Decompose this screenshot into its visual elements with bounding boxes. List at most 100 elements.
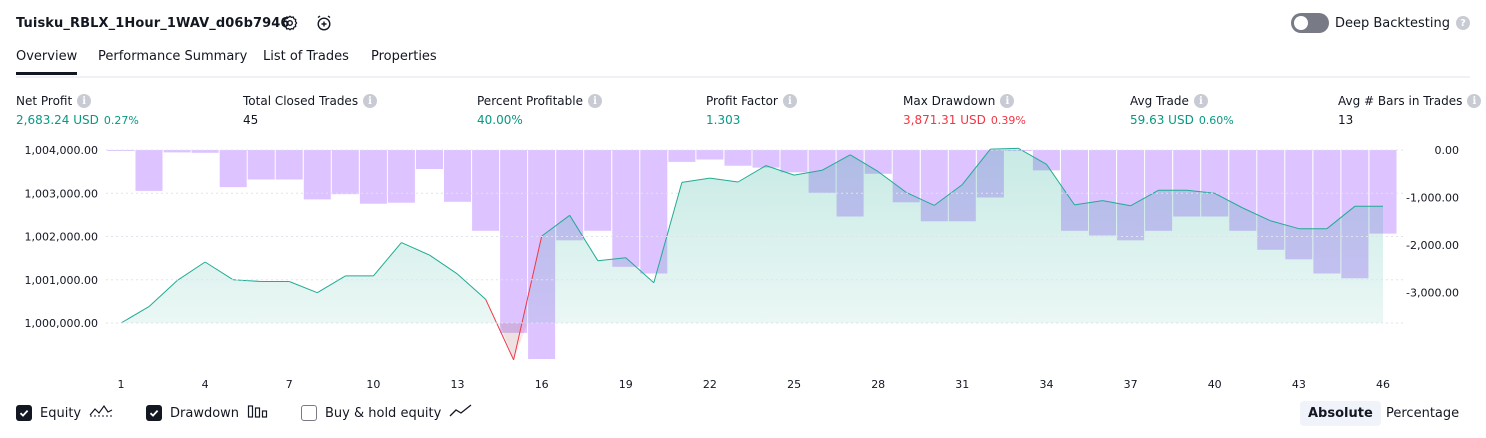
x-axis-tick-label: 31: [955, 378, 969, 391]
metric-value: 1.303: [706, 113, 741, 127]
metric-label: Net Profit: [16, 94, 73, 108]
info-icon[interactable]: i: [1000, 94, 1015, 108]
right-axis-tick-label: 0.00: [1435, 144, 1460, 157]
drawdown-bar: [416, 150, 443, 169]
metric-value: 40.00%: [477, 113, 523, 127]
x-axis-tick-label: 7: [286, 378, 293, 391]
absolute-mode-button[interactable]: Absolute: [1300, 401, 1381, 426]
drawdown-bars-icon: [247, 403, 269, 423]
buy-hold-line-icon: [449, 403, 473, 423]
x-axis-tick-label: 46: [1376, 378, 1390, 391]
metric-label: Percent Profitable: [477, 94, 583, 108]
right-axis-tick-label: -2,000.00: [1406, 239, 1459, 252]
drawdown-bar: [612, 150, 640, 267]
x-axis-tick-label: 1: [118, 378, 125, 391]
metric-net-profit: Net Profit i 2,683.24 USD 0.27%: [16, 93, 139, 127]
info-icon[interactable]: i: [363, 94, 378, 108]
tab-bar: Overview Performance Summary List of Tra…: [16, 46, 1470, 78]
metric-profit-factor: Profit Factor i 1.303: [706, 93, 797, 127]
tab-overview[interactable]: Overview: [16, 49, 78, 75]
metric-percent: 0.39%: [990, 114, 1026, 127]
drawdown-bar: [219, 150, 247, 188]
metric-value: 13: [1338, 113, 1354, 127]
drawdown-checkbox[interactable]: [146, 405, 162, 421]
metric-label: Total Closed Trades: [243, 94, 359, 108]
info-icon[interactable]: i: [1467, 94, 1482, 108]
deep-backtesting-label: Deep Backtesting: [1334, 15, 1450, 31]
metric-label: Profit Factor: [706, 94, 778, 108]
strategy-name: Tuisku_RBLX_1Hour_1WAV_d06b7946: [16, 16, 290, 31]
drawdown-bar: [752, 150, 780, 168]
drawdown-bar: [724, 150, 752, 166]
drawdown-bar: [696, 150, 724, 160]
question-icon[interactable]: ?: [1456, 16, 1470, 30]
drawdown-bar: [135, 150, 163, 191]
x-axis-tick-label: 4: [202, 378, 209, 391]
left-axis-tick-label: 1,004,000.00: [25, 144, 98, 157]
drawdown-bar: [444, 150, 471, 202]
equity-below-initial-area: [499, 323, 528, 360]
x-axis-tick-label: 40: [1208, 378, 1222, 391]
equity-drawdown-chart[interactable]: 1,004,000.00 1,003,000.00 1,002,000.00 1,00…: [0, 138, 1486, 393]
metric-max-drawdown: Max Drawdown i 3,871.31 USD 0.39%: [903, 93, 1026, 127]
legend-label: Equity: [40, 405, 82, 421]
drawdown-bar: [500, 150, 528, 333]
metric-avg-bars-in-trades: Avg # Bars in Trades i 13: [1338, 93, 1482, 127]
metric-value: 2,683.24 USD: [16, 113, 99, 127]
metric-value: 3,871.31 USD: [903, 113, 986, 127]
x-axis-tick-label: 34: [1040, 378, 1054, 391]
drawdown-bar: [359, 150, 387, 204]
drawdown-bar: [303, 150, 331, 200]
info-icon[interactable]: i: [782, 94, 797, 108]
metric-percent: 0.60%: [1198, 114, 1234, 127]
legend-label: Buy & hold equity: [325, 405, 442, 421]
metric-label: Avg Trade: [1130, 94, 1189, 108]
drawdown-bar: [247, 150, 275, 180]
info-icon[interactable]: i: [77, 94, 92, 108]
info-icon[interactable]: i: [587, 94, 602, 108]
gear-icon[interactable]: [280, 13, 300, 33]
deep-backtesting: Deep Backtesting ?: [1290, 13, 1470, 33]
equity-checkbox[interactable]: [16, 405, 32, 421]
x-axis-tick-label: 16: [535, 378, 549, 391]
tab-performance-summary[interactable]: Performance Summary: [98, 49, 247, 64]
x-axis-tick-label: 10: [366, 378, 380, 391]
legend-equity[interactable]: Equity: [16, 403, 113, 423]
toggle-knob: [1293, 16, 1308, 30]
percentage-mode-button[interactable]: Percentage: [1378, 401, 1467, 426]
tab-properties[interactable]: Properties: [371, 49, 437, 64]
equity-line-icon: [89, 403, 113, 423]
left-axis-tick-label: 1,002,000.00: [25, 231, 98, 244]
buy-hold-checkbox[interactable]: [301, 405, 317, 421]
metric-label: Max Drawdown: [903, 94, 996, 108]
right-axis-tick-label: -3,000.00: [1406, 287, 1459, 300]
metric-value: 59.63 USD: [1130, 113, 1194, 127]
x-axis-tick-label: 19: [619, 378, 633, 391]
strategy-header: Tuisku_RBLX_1Hour_1WAV_d06b7946 Deep Bac…: [0, 0, 1486, 46]
alarm-plus-icon[interactable]: [314, 13, 334, 33]
metric-value: 45: [243, 113, 259, 127]
legend-buy-hold[interactable]: Buy & hold equity: [301, 403, 473, 423]
left-axis-tick-label: 1,003,000.00: [25, 187, 98, 200]
drawdown-bar: [584, 150, 612, 231]
x-axis-tick-label: 25: [787, 378, 801, 391]
drawdown-bar: [191, 150, 219, 153]
drawdown-bar: [668, 150, 696, 162]
x-axis-tick-label: 43: [1292, 378, 1306, 391]
x-axis-tick-label: 28: [871, 378, 885, 391]
info-icon[interactable]: i: [1193, 94, 1208, 108]
legend-drawdown[interactable]: Drawdown: [146, 403, 269, 423]
metric-label: Avg # Bars in Trades: [1338, 94, 1463, 108]
x-axis-tick-label: 22: [703, 378, 717, 391]
drawdown-bar: [331, 150, 359, 195]
legend-label: Drawdown: [170, 405, 240, 421]
drawdown-bar: [387, 150, 415, 203]
left-axis-tick-label: 1,000,000.00: [25, 317, 98, 330]
metric-percent: 0.27%: [103, 114, 139, 127]
right-axis-tick-label: -1,000.00: [1406, 192, 1459, 205]
drawdown-bar: [780, 150, 808, 173]
tab-list-of-trades[interactable]: List of Trades: [263, 49, 349, 64]
deep-backtesting-toggle[interactable]: [1290, 13, 1329, 33]
metric-avg-trade: Avg Trade i 59.63 USD 0.60%: [1130, 93, 1234, 127]
drawdown-bar: [472, 150, 500, 231]
